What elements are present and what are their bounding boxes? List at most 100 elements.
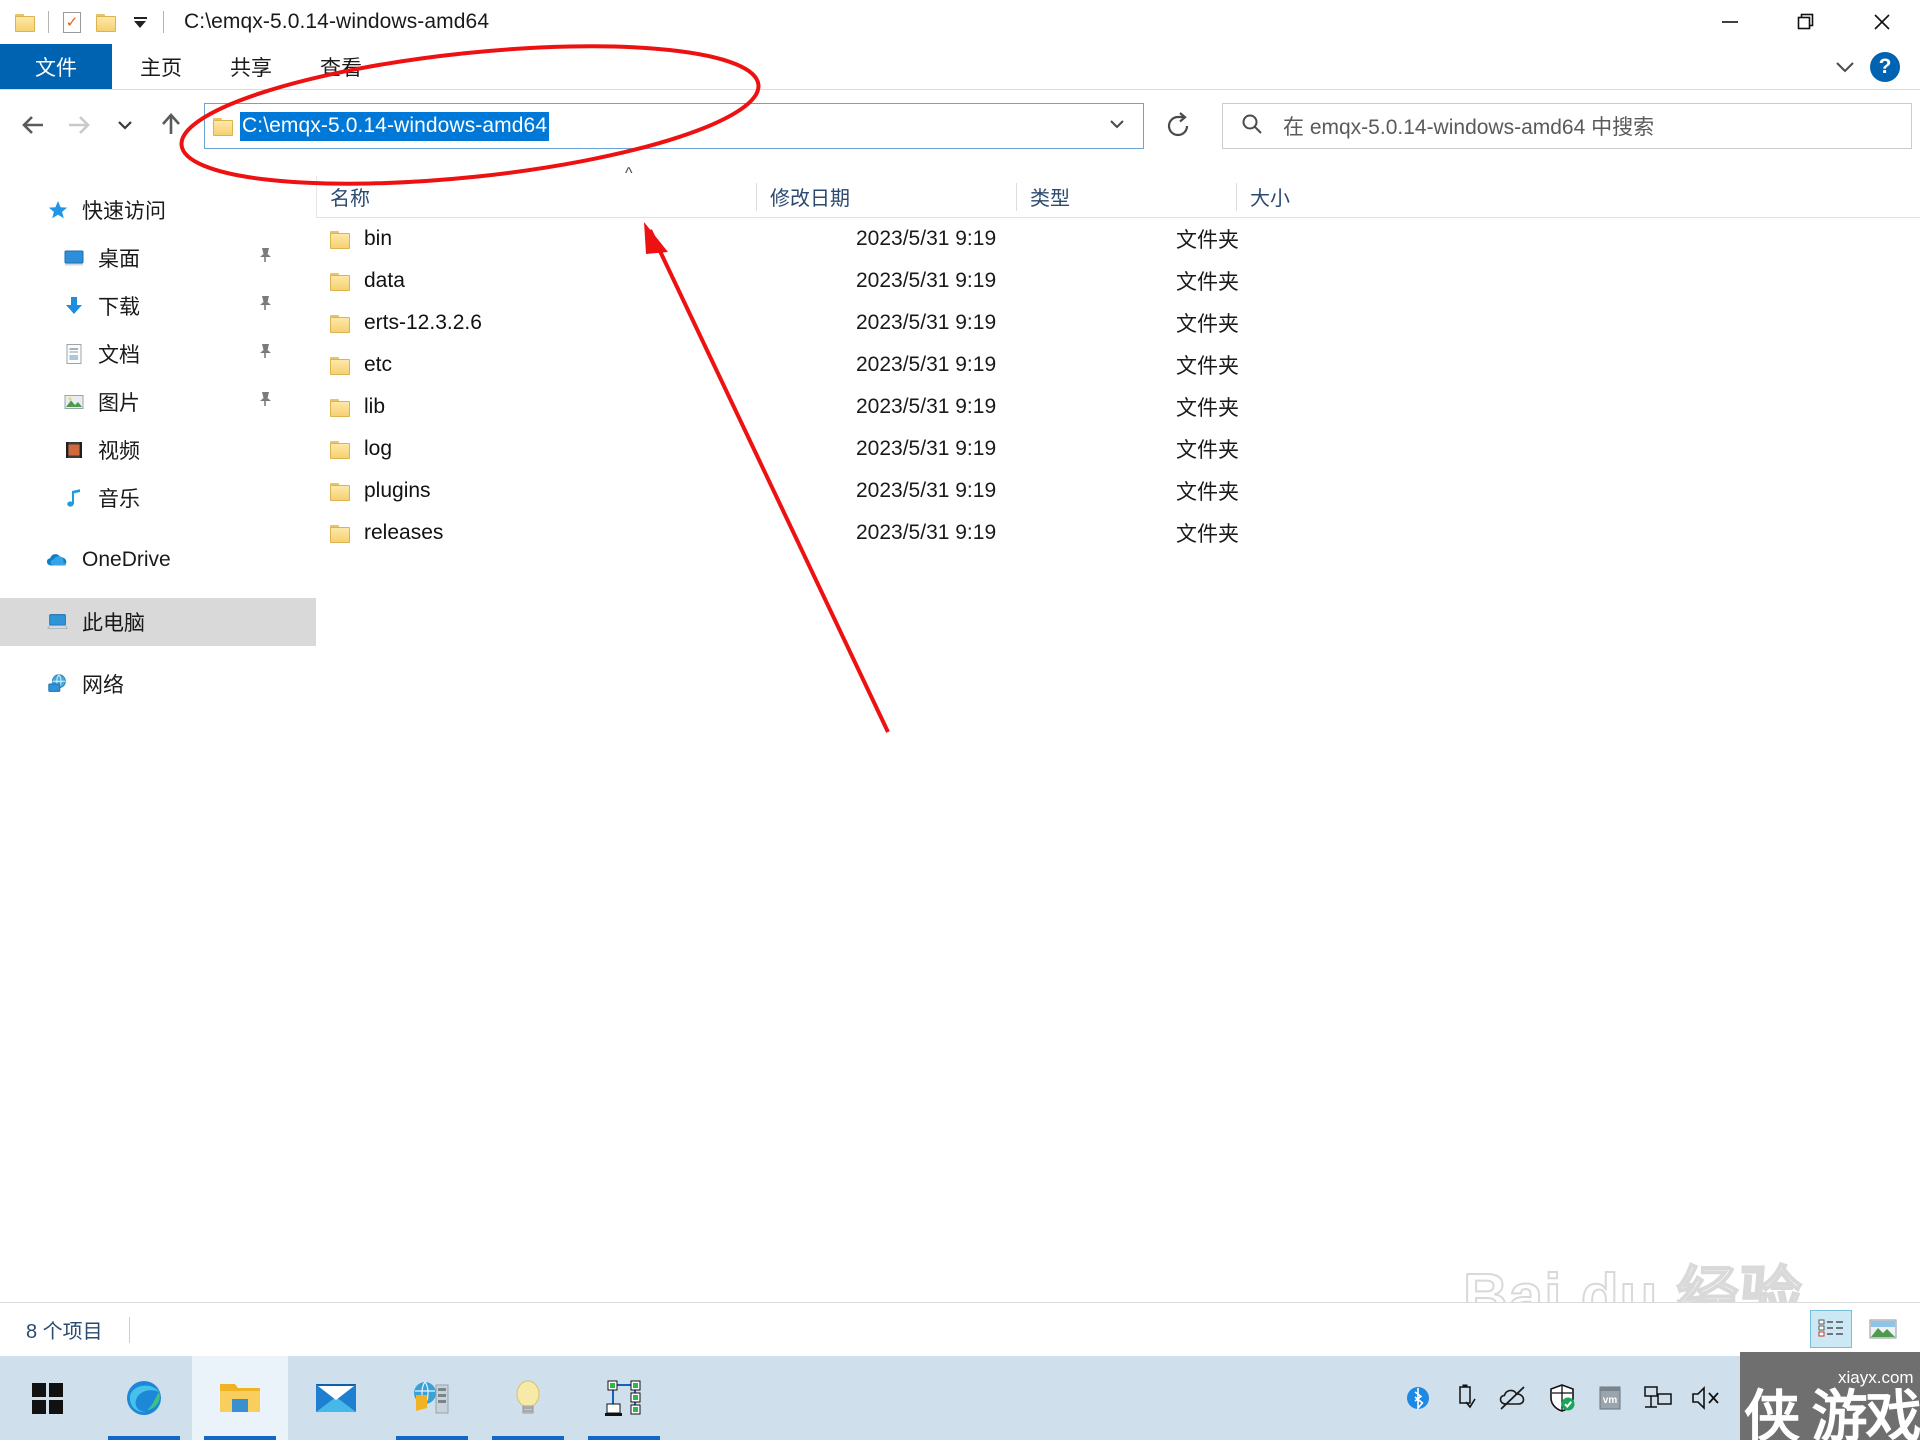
help-icon[interactable]: ? bbox=[1870, 52, 1900, 82]
idea-button[interactable] bbox=[480, 1356, 576, 1440]
properties-icon[interactable]: ✓ bbox=[55, 4, 89, 40]
sidebar-item-quick-access[interactable]: 快速访问 bbox=[0, 186, 316, 234]
network-tool-button[interactable] bbox=[576, 1356, 672, 1440]
chevron-down-icon[interactable] bbox=[1830, 56, 1854, 78]
ribbon-right-controls: ? bbox=[1830, 44, 1914, 90]
search-input[interactable]: 在 emqx-5.0.14-windows-amd64 中搜索 bbox=[1222, 103, 1912, 149]
network-icon[interactable] bbox=[1634, 1356, 1682, 1440]
address-dropdown-icon[interactable] bbox=[1105, 114, 1129, 139]
file-date: 2023/5/31 9:19 bbox=[856, 437, 997, 460]
sidebar-item-label: 下载 bbox=[98, 296, 140, 319]
file-name: releases bbox=[364, 521, 444, 544]
file-type: 文件夹 bbox=[1176, 313, 1239, 336]
desktop-icon bbox=[62, 246, 86, 270]
column-header-size[interactable]: 大小 bbox=[1236, 176, 1436, 218]
usb-eject-icon[interactable] bbox=[1442, 1356, 1490, 1440]
forward-button[interactable] bbox=[56, 102, 102, 148]
tab-share[interactable]: 共享 bbox=[210, 44, 292, 90]
table-row[interactable]: log 2023/5/31 9:19 文件夹 bbox=[316, 428, 1920, 470]
sidebar-item-onedrive[interactable]: OneDrive bbox=[0, 536, 316, 584]
column-header-type[interactable]: 类型 bbox=[1016, 176, 1236, 218]
vmware-icon[interactable]: vm bbox=[1586, 1356, 1634, 1440]
file-date: 2023/5/31 9:19 bbox=[856, 395, 997, 418]
address-input[interactable]: C:\emqx-5.0.14-windows-amd64 bbox=[204, 103, 1144, 149]
pin-icon[interactable] bbox=[256, 342, 274, 366]
sidebar-item-network[interactable]: 网络 bbox=[0, 660, 316, 708]
taskbar-buttons bbox=[0, 1356, 672, 1440]
view-large-icons-button[interactable] bbox=[1862, 1310, 1904, 1348]
sidebar-item-desktop[interactable]: 桌面 bbox=[0, 234, 316, 282]
file-date: 2023/5/31 9:19 bbox=[856, 479, 997, 502]
show-desktop-button[interactable] bbox=[1910, 1356, 1920, 1440]
mail-button[interactable] bbox=[288, 1356, 384, 1440]
sidebar-item-downloads[interactable]: 下载 bbox=[0, 282, 316, 330]
file-date: 2023/5/31 9:19 bbox=[856, 227, 997, 250]
sidebar-item-label: OneDrive bbox=[82, 548, 171, 571]
refresh-button[interactable] bbox=[1155, 103, 1201, 149]
status-divider bbox=[128, 1316, 130, 1343]
bluetooth-icon[interactable] bbox=[1394, 1356, 1442, 1440]
volume-muted-icon[interactable] bbox=[1682, 1356, 1730, 1440]
pin-icon[interactable] bbox=[256, 294, 274, 318]
column-header-name[interactable]: 名称 bbox=[316, 176, 756, 218]
sidebar-item-videos[interactable]: 视频 bbox=[0, 426, 316, 474]
sidebar-item-label: 网络 bbox=[82, 674, 124, 697]
system-tray: vm 英 9:25 2023/5/31 bbox=[1394, 1356, 1920, 1440]
table-row[interactable]: bin 2023/5/31 9:19 文件夹 bbox=[316, 218, 1920, 260]
folder-icon[interactable] bbox=[8, 4, 42, 40]
defender-shield-icon[interactable] bbox=[1538, 1356, 1586, 1440]
file-explorer-button[interactable] bbox=[192, 1356, 288, 1440]
table-row[interactable]: plugins 2023/5/31 9:19 文件夹 bbox=[316, 470, 1920, 512]
table-row[interactable]: erts-12.3.2.6 2023/5/31 9:19 文件夹 bbox=[316, 302, 1920, 344]
clock[interactable]: 9:25 2023/5/31 bbox=[1780, 1369, 1910, 1427]
table-row[interactable]: etc 2023/5/31 9:19 文件夹 bbox=[316, 344, 1920, 386]
recent-locations-button[interactable] bbox=[102, 102, 148, 148]
table-row[interactable]: lib 2023/5/31 9:19 文件夹 bbox=[316, 386, 1920, 428]
folder-icon bbox=[330, 272, 350, 291]
search-placeholder: 在 emqx-5.0.14-windows-amd64 中搜索 bbox=[1283, 116, 1655, 139]
file-date: 2023/5/31 9:19 bbox=[856, 269, 997, 292]
column-header-date[interactable]: 修改日期 bbox=[756, 176, 1016, 218]
ribbon-tab-bar: 文件 主页 共享 查看 bbox=[0, 44, 1920, 90]
toolbar-divider-2 bbox=[163, 11, 164, 33]
tab-home[interactable]: 主页 bbox=[120, 44, 202, 90]
customize-dropdown-icon[interactable] bbox=[123, 4, 157, 40]
view-details-button[interactable] bbox=[1810, 1310, 1852, 1348]
sidebar-item-documents[interactable]: 文档 bbox=[0, 330, 316, 378]
running-indicator bbox=[204, 1436, 276, 1440]
running-indicator bbox=[396, 1436, 468, 1440]
file-type: 文件夹 bbox=[1176, 229, 1239, 252]
sidebar-item-this-pc[interactable]: 此电脑 bbox=[0, 598, 316, 646]
close-button[interactable] bbox=[1844, 0, 1920, 44]
up-button[interactable] bbox=[148, 102, 194, 148]
file-name: plugins bbox=[364, 479, 431, 502]
table-row[interactable]: releases 2023/5/31 9:19 文件夹 bbox=[316, 512, 1920, 554]
server-manager-button[interactable] bbox=[384, 1356, 480, 1440]
window-controls bbox=[1692, 0, 1920, 44]
back-button[interactable] bbox=[10, 102, 56, 148]
new-folder-icon[interactable] bbox=[89, 4, 123, 40]
table-row[interactable]: data 2023/5/31 9:19 文件夹 bbox=[316, 260, 1920, 302]
tab-view[interactable]: 查看 bbox=[300, 44, 382, 90]
folder-icon bbox=[330, 440, 350, 459]
pin-icon[interactable] bbox=[256, 246, 274, 270]
sidebar-item-label: 桌面 bbox=[98, 248, 140, 271]
search-icon bbox=[1239, 111, 1265, 142]
file-name: log bbox=[364, 437, 393, 460]
start-button[interactable] bbox=[0, 1356, 96, 1440]
minimize-button[interactable] bbox=[1692, 0, 1768, 44]
tab-file[interactable]: 文件 bbox=[0, 44, 112, 90]
onedrive-paused-icon[interactable] bbox=[1490, 1356, 1538, 1440]
file-explorer-window: ✓ C:\emqx-5.0.14-windows-amd64 文件 主页 共享 … bbox=[0, 0, 1920, 1440]
file-name: etc bbox=[364, 353, 393, 376]
svg-text:vm: vm bbox=[1603, 1395, 1618, 1406]
restore-button[interactable] bbox=[1768, 0, 1844, 44]
pin-icon[interactable] bbox=[256, 390, 274, 414]
sidebar-item-pictures[interactable]: 图片 bbox=[0, 378, 316, 426]
ime-indicator[interactable]: 英 bbox=[1730, 1380, 1780, 1417]
edge-button[interactable] bbox=[96, 1356, 192, 1440]
sidebar-item-music[interactable]: 音乐 bbox=[0, 474, 316, 522]
document-icon bbox=[62, 342, 86, 366]
